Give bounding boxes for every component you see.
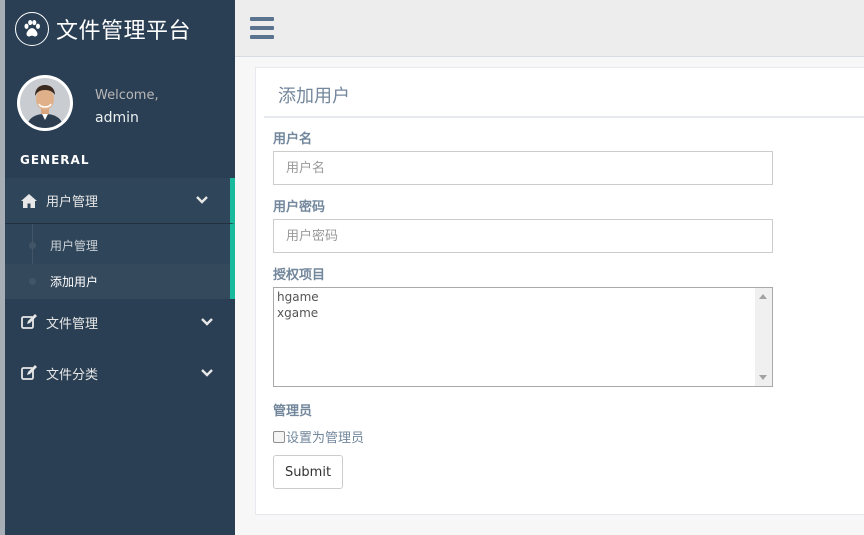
submit-button[interactable]: Submit <box>273 455 343 489</box>
scroll-down-icon[interactable] <box>759 375 767 380</box>
app-title: 文件管理平台 <box>56 18 192 44</box>
section-title: GENERAL <box>20 153 90 167</box>
submenu-bullet <box>29 278 36 285</box>
admin-label: 管理员 <box>273 404 313 419</box>
divider <box>264 116 864 118</box>
paw-icon <box>15 11 49 46</box>
add-user-panel: 添加用户 用户名 用户密码 授权项目 hgame xgame 管理员 设置为管理… <box>255 67 864 515</box>
admin-checkbox-row[interactable]: 设置为管理员 <box>273 427 364 446</box>
password-input[interactable] <box>273 219 773 253</box>
chevron-down-icon <box>196 196 208 204</box>
home-icon <box>20 192 38 210</box>
top-nav <box>235 0 864 57</box>
scroll-up-icon[interactable] <box>759 294 767 299</box>
sidebar-item-user-management[interactable]: 用户管理 <box>5 178 235 224</box>
listbox-scrollbar[interactable] <box>755 288 772 386</box>
sidebar-item-label: 用户管理 <box>46 195 99 210</box>
sidebar-item-label: 文件分类 <box>46 367 99 383</box>
sidebar-item-file-category[interactable]: 文件分类 <box>5 351 235 395</box>
chevron-down-icon <box>201 318 213 326</box>
welcome-text: Welcome, <box>95 88 159 103</box>
submenu-item-add-user[interactable]: 添加用户 <box>5 264 230 299</box>
project-option[interactable]: hgame <box>274 289 319 305</box>
submenu: 用户管理 添加用户 <box>5 224 235 299</box>
chevron-down-icon <box>201 369 213 377</box>
brand[interactable]: 文件管理平台 <box>5 0 235 57</box>
username-text: admin <box>95 110 139 126</box>
username-input[interactable] <box>273 151 773 185</box>
sidebar: 文件管理平台 Welcome, admin GENERAL 用户管理 用户管理 … <box>5 0 235 535</box>
admin-checkbox[interactable] <box>273 430 285 443</box>
projects-label: 授权项目 <box>273 268 326 283</box>
profile: Welcome, admin <box>5 57 235 147</box>
panel-title: 添加用户 <box>278 86 350 107</box>
admin-checkbox-label[interactable]: 设置为管理员 <box>286 427 364 446</box>
projects-multiselect[interactable]: hgame xgame <box>273 287 773 387</box>
password-label: 用户密码 <box>273 200 326 215</box>
avatar[interactable] <box>17 75 73 131</box>
edit-icon <box>20 313 38 331</box>
sidebar-item-label: 文件管理 <box>46 316 99 332</box>
edit-icon <box>20 364 38 382</box>
sidebar-item-file-management[interactable]: 文件管理 <box>5 300 235 344</box>
submenu-item-user-list[interactable]: 用户管理 <box>5 228 230 263</box>
project-option[interactable]: xgame <box>274 305 319 321</box>
username-label: 用户名 <box>273 132 313 147</box>
menu-toggle-icon[interactable] <box>250 17 274 39</box>
